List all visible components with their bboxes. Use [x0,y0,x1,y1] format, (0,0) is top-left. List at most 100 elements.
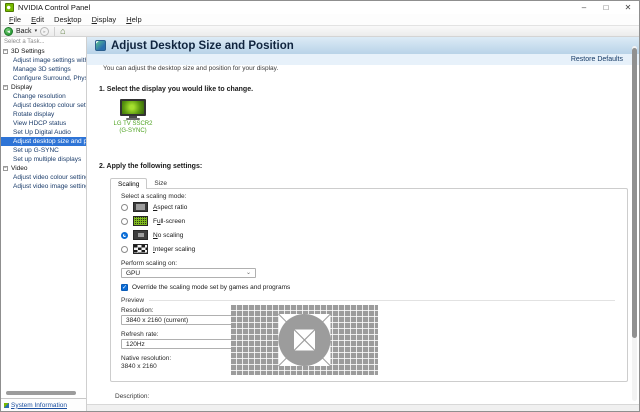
titlebar: NVIDIA Control Panel – □ ✕ [1,1,639,14]
native-resolution-value: 3840 x 2160 [121,363,157,370]
maximize-button[interactable]: □ [595,1,617,14]
tree-section-label: Display [11,84,32,91]
sidebar-item-adjust-desktop-size-position[interactable]: Adjust desktop size and position [1,137,86,146]
radio-integer-scaling[interactable] [121,246,128,253]
refresh-rate-value: 120Hz [126,341,145,348]
sidebar-item-adjust-video-image[interactable]: Adjust video image settings [1,182,86,191]
collapse-icon[interactable]: − [3,85,8,90]
chevron-down-icon: ⌄ [246,271,251,275]
perform-scaling-label: Perform scaling on: [121,260,177,267]
display-name-line1: LG TV SSCR2 [107,121,159,128]
restore-defaults-button[interactable]: Restore Defaults [571,56,623,63]
step2-label: 2. Apply the following settings: [99,163,202,170]
settings-tabs: Scaling Size [110,178,174,188]
radio-row-integer-scaling[interactable]: Integer scaling [121,244,195,254]
sidebar-item-rotate-display[interactable]: Rotate display [1,110,86,119]
tab-size[interactable]: Size [147,178,174,188]
preview-label: Preview [121,297,144,304]
radio-label-full-screen: Full-screen [153,218,185,225]
sidebar-footer: System Information [1,398,86,411]
override-checkbox[interactable]: ✓ [121,284,128,291]
display-monitor-icon[interactable] [120,99,146,116]
sidebar-item-configure-surround-physx[interactable]: Configure Surround, PhysX [1,74,86,83]
resolution-value: 3840 x 2160 (current) [126,317,188,324]
radio-no-scaling[interactable] [121,232,128,239]
forward-button-icon[interactable]: ► [40,27,49,36]
system-information-link[interactable]: System Information [11,402,67,409]
tab-scaling[interactable]: Scaling [110,178,147,189]
main-scrollbar-thumb[interactable] [632,48,637,338]
window-title: NVIDIA Control Panel [18,3,90,12]
menu-desktop[interactable]: Desktop [49,15,87,24]
sidebar-item-set-up-gsync[interactable]: Set up G-SYNC [1,146,86,155]
back-button-icon[interactable]: ◄ [4,27,13,36]
radio-aspect-ratio[interactable] [121,204,128,211]
radio-label-no-scaling: No scaling [153,232,183,239]
menu-edit[interactable]: Edit [26,15,49,24]
page-title: Adjust Desktop Size and Position [111,40,294,52]
toolbar-separator [54,27,55,36]
radio-row-aspect-ratio[interactable]: Aspect ratio [121,202,187,212]
scaling-tab-panel: Select a scaling mode: Aspect ratio Full… [110,188,628,382]
restore-defaults-row: Restore Defaults [87,54,639,65]
sidebar-item-set-up-digital-audio[interactable]: Set Up Digital Audio [1,128,86,137]
full-screen-mode-icon [133,216,148,226]
main-vertical-scrollbar[interactable] [632,46,637,401]
resolution-label: Resolution: [121,307,154,314]
no-scaling-mode-icon [133,230,148,240]
radio-row-no-scaling[interactable]: No scaling [121,230,183,240]
override-checkbox-row[interactable]: ✓ Override the scaling mode set by games… [121,284,290,291]
preview-section-header: Preview [121,297,615,304]
display-monitor-icon [126,118,140,120]
sidebar-header: Select a Task... [1,37,86,46]
menu-bar: File Edit Desktop Display Help [1,14,639,25]
step1-label: 1. Select the display you would like to … [99,86,253,93]
tree-section-label: 3D Settings [11,48,45,55]
main-panel: Adjust Desktop Size and Position Restore… [87,37,639,411]
back-dropdown-caret-icon[interactable]: ▾ [35,28,38,34]
radio-label-aspect-ratio: Aspect ratio [153,204,187,211]
native-resolution-label: Native resolution: [121,355,171,362]
radio-full-screen[interactable] [121,218,128,225]
sidebar-item-adjust-video-colour[interactable]: Adjust video colour settings [1,173,86,182]
sidebar-item-adjust-desktop-colour[interactable]: Adjust desktop colour settings [1,101,86,110]
collapse-icon[interactable]: − [3,166,8,171]
task-sidebar: Select a Task... − 3D Settings Adjust im… [1,37,87,411]
menu-display[interactable]: Display [87,15,122,24]
menu-file[interactable]: File [4,15,26,24]
tree-section-label: Video [11,165,28,172]
radio-row-full-screen[interactable]: Full-screen [121,216,185,226]
page-header: Adjust Desktop Size and Position [87,37,639,54]
sidebar-horizontal-scrollbar[interactable] [6,391,76,395]
back-button-label[interactable]: Back [16,28,32,35]
scaling-mode-label: Select a scaling mode: [121,193,186,200]
page-intro-text: You can adjust the desktop size and posi… [103,65,278,72]
toolbar: ◄ Back ▾ ► ⌂ [1,25,639,37]
home-icon[interactable]: ⌂ [60,27,65,36]
sidebar-item-adjust-image-settings[interactable]: Adjust image settings with preview [1,56,86,65]
close-button[interactable]: ✕ [617,1,639,14]
sidebar-item-set-up-multiple-displays[interactable]: Set up multiple displays [1,155,86,164]
sidebar-item-manage-3d-settings[interactable]: Manage 3D settings [1,65,86,74]
sidebar-item-view-hdcp-status[interactable]: View HDCP status [1,119,86,128]
nvidia-control-panel-window: NVIDIA Control Panel – □ ✕ File Edit Des… [0,0,640,412]
perform-scaling-select[interactable]: GPU ⌄ [121,268,256,278]
system-information-icon [4,403,9,408]
display-selector[interactable]: LG TV SSCR2 (G-SYNC) [107,99,159,135]
minimize-button[interactable]: – [573,1,595,14]
display-name-line2: (G-SYNC) [107,128,159,135]
tree-section-display[interactable]: − Display [1,83,86,92]
radio-label-integer-scaling: Integer scaling [153,246,195,253]
nvidia-logo-icon [5,3,14,12]
main-bottom-strip [87,404,639,411]
menu-help[interactable]: Help [121,15,146,24]
task-tree: − 3D Settings Adjust image settings with… [1,46,86,191]
preview-divider [149,300,615,301]
tree-section-video[interactable]: − Video [1,164,86,173]
perform-scaling-value: GPU [126,270,140,277]
collapse-icon[interactable]: − [3,49,8,54]
aspect-ratio-mode-icon [133,202,148,212]
sidebar-item-change-resolution[interactable]: Change resolution [1,92,86,101]
display-name-label: LG TV SSCR2 (G-SYNC) [107,121,159,135]
tree-section-3d-settings[interactable]: − 3D Settings [1,47,86,56]
